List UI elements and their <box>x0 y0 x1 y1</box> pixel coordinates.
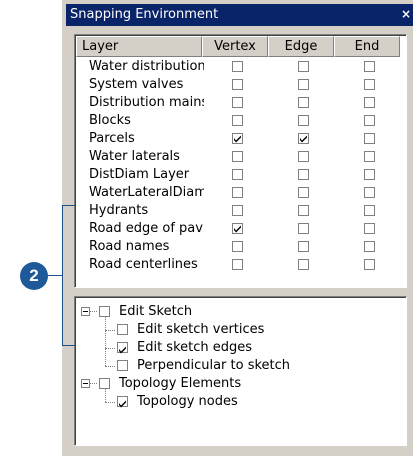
tree-child-label: Edit sketch vertices <box>137 322 265 337</box>
table-row[interactable]: Parcels <box>75 130 406 148</box>
tree-connector <box>105 389 107 402</box>
callout-bracket-bottom <box>62 345 76 346</box>
tree-connector <box>105 366 115 368</box>
layer-name: Distribution mains <box>89 95 204 110</box>
table-row[interactable]: Water laterals <box>75 148 406 166</box>
layer-name: Road names <box>89 239 170 254</box>
table-row[interactable]: Road names <box>75 238 406 256</box>
step-callout-badge: 2 <box>20 262 48 290</box>
layer-name: WaterLateralDiame <box>89 185 204 200</box>
collapse-icon[interactable] <box>81 307 90 316</box>
layer-name: System valves <box>89 77 184 92</box>
group-checkbox[interactable] <box>99 306 110 317</box>
tree-connector <box>105 402 115 404</box>
end-checkbox[interactable] <box>364 133 375 144</box>
edge-checkbox[interactable] <box>298 79 309 90</box>
group-checkbox[interactable] <box>99 378 110 389</box>
child-checkbox[interactable] <box>117 342 128 354</box>
tree-child-label: Perpendicular to sketch <box>137 358 291 373</box>
edge-checkbox[interactable] <box>298 133 309 144</box>
edge-checkbox[interactable] <box>298 115 309 126</box>
vertex-checkbox[interactable] <box>232 97 243 108</box>
edge-checkbox[interactable] <box>298 151 309 162</box>
close-icon[interactable]: × <box>399 7 413 23</box>
vertex-checkbox[interactable] <box>232 133 243 144</box>
column-header-end[interactable]: End <box>334 36 400 57</box>
layer-name: Water distribution r <box>89 59 204 74</box>
layer-name: DistDiam Layer <box>89 167 190 182</box>
tree-group-label: Topology Elements <box>119 376 242 391</box>
table-row[interactable]: System valves <box>75 76 406 94</box>
end-checkbox[interactable] <box>364 223 375 234</box>
window-title: Snapping Environment <box>70 7 219 22</box>
layer-name: Parcels <box>89 131 135 146</box>
table-row[interactable]: Blocks <box>75 112 406 130</box>
vertex-checkbox[interactable] <box>232 223 243 234</box>
child-checkbox[interactable] <box>117 360 128 371</box>
layer-name: Blocks <box>89 113 131 128</box>
edge-checkbox[interactable] <box>298 205 309 216</box>
tree-connector <box>90 383 97 385</box>
end-checkbox[interactable] <box>364 79 375 90</box>
layer-name: Road centerlines <box>89 257 198 272</box>
table-row[interactable]: Distribution mains <box>75 94 406 112</box>
table-row[interactable]: Road edge of pav <box>75 220 406 238</box>
end-checkbox[interactable] <box>364 187 375 198</box>
child-checkbox[interactable] <box>117 324 128 335</box>
snapping-layer-table: Layer Vertex Edge End Water distribution… <box>74 34 407 288</box>
edge-checkbox[interactable] <box>298 97 309 108</box>
end-checkbox[interactable] <box>364 115 375 126</box>
edge-checkbox[interactable] <box>298 223 309 234</box>
column-header-edge[interactable]: Edge <box>268 36 334 57</box>
vertex-checkbox[interactable] <box>232 205 243 216</box>
layer-name: Water laterals <box>89 149 180 164</box>
edge-checkbox[interactable] <box>298 169 309 180</box>
table-row[interactable]: DistDiam Layer <box>75 166 406 184</box>
tree-connector <box>90 311 97 313</box>
callout-bracket-top <box>62 205 76 206</box>
tree-connector <box>105 317 107 366</box>
edge-checkbox[interactable] <box>298 241 309 252</box>
table-row[interactable]: Road centerlines <box>75 256 406 274</box>
end-checkbox[interactable] <box>364 151 375 162</box>
vertex-checkbox[interactable] <box>232 79 243 90</box>
column-header-layer[interactable]: Layer <box>76 36 202 57</box>
vertex-checkbox[interactable] <box>232 61 243 72</box>
title-bar[interactable]: Snapping Environment × <box>66 4 413 26</box>
vertex-checkbox[interactable] <box>232 187 243 198</box>
table-row[interactable]: Water distribution r <box>75 58 406 76</box>
edge-checkbox[interactable] <box>298 187 309 198</box>
end-checkbox[interactable] <box>364 61 375 72</box>
end-checkbox[interactable] <box>364 169 375 180</box>
end-checkbox[interactable] <box>364 259 375 270</box>
vertex-checkbox[interactable] <box>232 259 243 270</box>
collapse-icon[interactable] <box>81 379 90 388</box>
child-checkbox[interactable] <box>117 396 128 408</box>
tree-child-label: Edit sketch edges <box>137 340 253 355</box>
vertex-checkbox[interactable] <box>232 241 243 252</box>
callout-connector <box>48 275 63 276</box>
snapping-environment-window: Snapping Environment × Layer Vertex Edge… <box>62 0 413 456</box>
snapping-options-tree: Edit Sketch Edit sketch vertices Edit sket… <box>74 296 407 446</box>
end-checkbox[interactable] <box>364 97 375 108</box>
vertex-checkbox[interactable] <box>232 115 243 126</box>
layer-name: Road edge of pav <box>89 221 203 236</box>
edge-checkbox[interactable] <box>298 259 309 270</box>
table-row[interactable]: Hydrants <box>75 202 406 220</box>
end-checkbox[interactable] <box>364 241 375 252</box>
edge-checkbox[interactable] <box>298 61 309 72</box>
tree-child-label: Topology nodes <box>137 394 238 409</box>
vertex-checkbox[interactable] <box>232 169 243 180</box>
tree-group-label: Edit Sketch <box>119 304 193 319</box>
table-row[interactable]: WaterLateralDiame <box>75 184 406 202</box>
layer-name: Hydrants <box>89 203 149 218</box>
end-checkbox[interactable] <box>364 205 375 216</box>
vertex-checkbox[interactable] <box>232 151 243 162</box>
column-header-vertex[interactable]: Vertex <box>202 36 268 57</box>
